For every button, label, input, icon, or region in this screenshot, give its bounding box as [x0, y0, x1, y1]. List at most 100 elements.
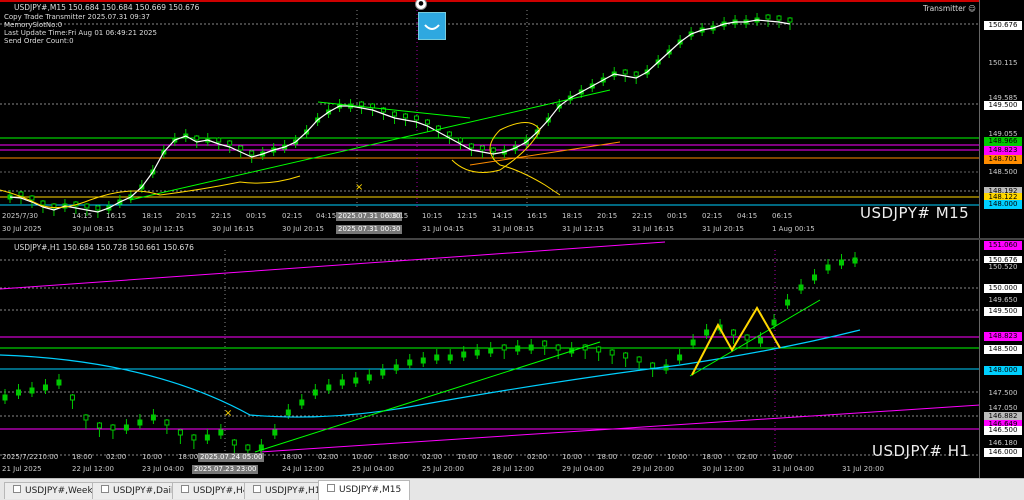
time-label: 31 Jul 04:00	[772, 465, 814, 473]
candle-body	[69, 394, 75, 401]
candle-body	[84, 203, 90, 209]
tab-label: USDJPY#,H4	[193, 486, 249, 496]
time-label: 30 Jul 2025	[2, 225, 42, 233]
h1-chart-canvas[interactable]: ×	[0, 240, 980, 478]
transmitter-label: Transmitter ☺	[923, 4, 976, 13]
time-label: 00:15	[667, 212, 688, 220]
time-label: 00:15	[246, 212, 267, 220]
time-label: 28 Jul 12:00	[492, 465, 534, 473]
candle-body	[312, 389, 318, 396]
time-label: 20:15	[176, 212, 197, 220]
candle-body	[339, 379, 345, 386]
candle-body	[56, 379, 62, 386]
candle-body	[123, 424, 129, 431]
candle-body	[596, 346, 602, 353]
time-label: 02:00	[737, 453, 758, 461]
candle-body	[110, 424, 116, 431]
time-label: 30 Jul 20:15	[282, 225, 324, 233]
candle-body	[636, 356, 642, 363]
chart-tab-bar: USDJPY#,Weekly USDJPY#,Daily USDJPY#,H4 …	[0, 478, 1024, 500]
price-label: 150.676	[984, 21, 1022, 30]
candle-body	[227, 140, 233, 146]
price-label: 146.180	[984, 439, 1022, 448]
candle-body	[731, 329, 737, 336]
time-label: 30 Jul 16:15	[212, 225, 254, 233]
candle-body	[776, 15, 782, 21]
candle-body	[231, 439, 237, 446]
candle-body	[83, 414, 89, 421]
time-label: 14:15	[492, 212, 513, 220]
candle-body	[420, 357, 426, 364]
time-label: 10:00	[457, 453, 478, 461]
time-label: 31 Jul 08:15	[492, 225, 534, 233]
candle-body	[359, 101, 365, 107]
time-label: 10:00	[562, 453, 583, 461]
candle-body	[2, 394, 8, 401]
candle-body	[677, 354, 683, 361]
chart-icon	[181, 485, 189, 493]
time-label: 30 Jul 12:15	[142, 225, 184, 233]
chart-pane-h1[interactable]: × USDJPY#,H1 150.684 150.728 150.661 150…	[0, 240, 1024, 478]
time-label: 18:00	[178, 453, 199, 461]
time-label: 08:15	[388, 212, 409, 220]
time-label: 18:00	[597, 453, 618, 461]
price-label: 146.000	[984, 448, 1022, 457]
chart-icon	[13, 485, 21, 493]
candle-body	[204, 434, 210, 441]
candle-body	[218, 429, 224, 436]
candle-body	[164, 419, 170, 426]
candle-body	[542, 340, 548, 347]
time-label: 04:15	[737, 212, 758, 220]
time-label: 02:15	[282, 212, 303, 220]
candle-body	[623, 352, 629, 359]
time-label: 20:15	[597, 212, 618, 220]
symbol-watermark: USDJPY# H1	[872, 442, 970, 460]
time-label: 16:15	[527, 212, 548, 220]
candle-body	[216, 137, 222, 143]
candle-body	[758, 337, 764, 344]
candle-body	[479, 145, 485, 151]
price-label: 148.823	[984, 146, 1022, 155]
time-label: 30 Jul 08:15	[72, 225, 114, 233]
tab-m15[interactable]: USDJPY#,M15	[318, 480, 411, 500]
candle-body	[191, 434, 197, 441]
candle-body	[95, 205, 101, 211]
time-label: 23 Jul 04:00	[142, 465, 184, 473]
chart-pane-m15[interactable]: ● × USDJPY#,M15 150.684 150.684 150.669 …	[0, 0, 1024, 240]
time-label: 10:00	[38, 453, 59, 461]
price-label: 148.000	[984, 366, 1022, 375]
candle-body	[787, 17, 793, 23]
candle-body	[633, 71, 639, 77]
candle-body	[29, 195, 35, 201]
candle-body	[245, 444, 251, 451]
candle-body	[272, 429, 278, 436]
smiley-icon[interactable]	[418, 12, 446, 40]
marker-icon: ×	[355, 182, 363, 193]
candle-body	[474, 349, 480, 356]
candle-body	[488, 347, 494, 354]
time-label: 02:00	[527, 453, 548, 461]
price-axis-m15[interactable]: 150.676 150.115 149.585 149.500 149.055 148.9…	[979, 0, 1024, 238]
candle-body	[194, 135, 200, 141]
price-axis-h1[interactable]: 151.060 150.676 150.520 150.000 149.650 149.5…	[979, 240, 1024, 478]
candle-body	[434, 354, 440, 361]
candle-body	[490, 147, 496, 153]
time-label: 10:15	[422, 212, 443, 220]
time-label: 22:15	[632, 212, 653, 220]
candle-body	[177, 429, 183, 436]
price-label: 148.823	[984, 332, 1022, 341]
price-label: 151.060	[984, 241, 1022, 250]
time-label: 10:00	[772, 453, 793, 461]
tab-label: USDJPY#,H1	[265, 486, 321, 496]
candle-body	[96, 422, 102, 429]
candle-body	[447, 354, 453, 361]
time-label: 10:00	[352, 453, 373, 461]
time-label: 18:00	[388, 453, 409, 461]
tab-h1[interactable]: USDJPY#,H1	[244, 482, 330, 499]
chart-icon	[327, 484, 335, 492]
candle-body	[238, 145, 244, 151]
tab-label: USDJPY#,Weekly	[25, 486, 101, 496]
candle-body	[690, 339, 696, 346]
time-label: 18:15	[562, 212, 583, 220]
price-label: 149.650	[984, 296, 1022, 305]
